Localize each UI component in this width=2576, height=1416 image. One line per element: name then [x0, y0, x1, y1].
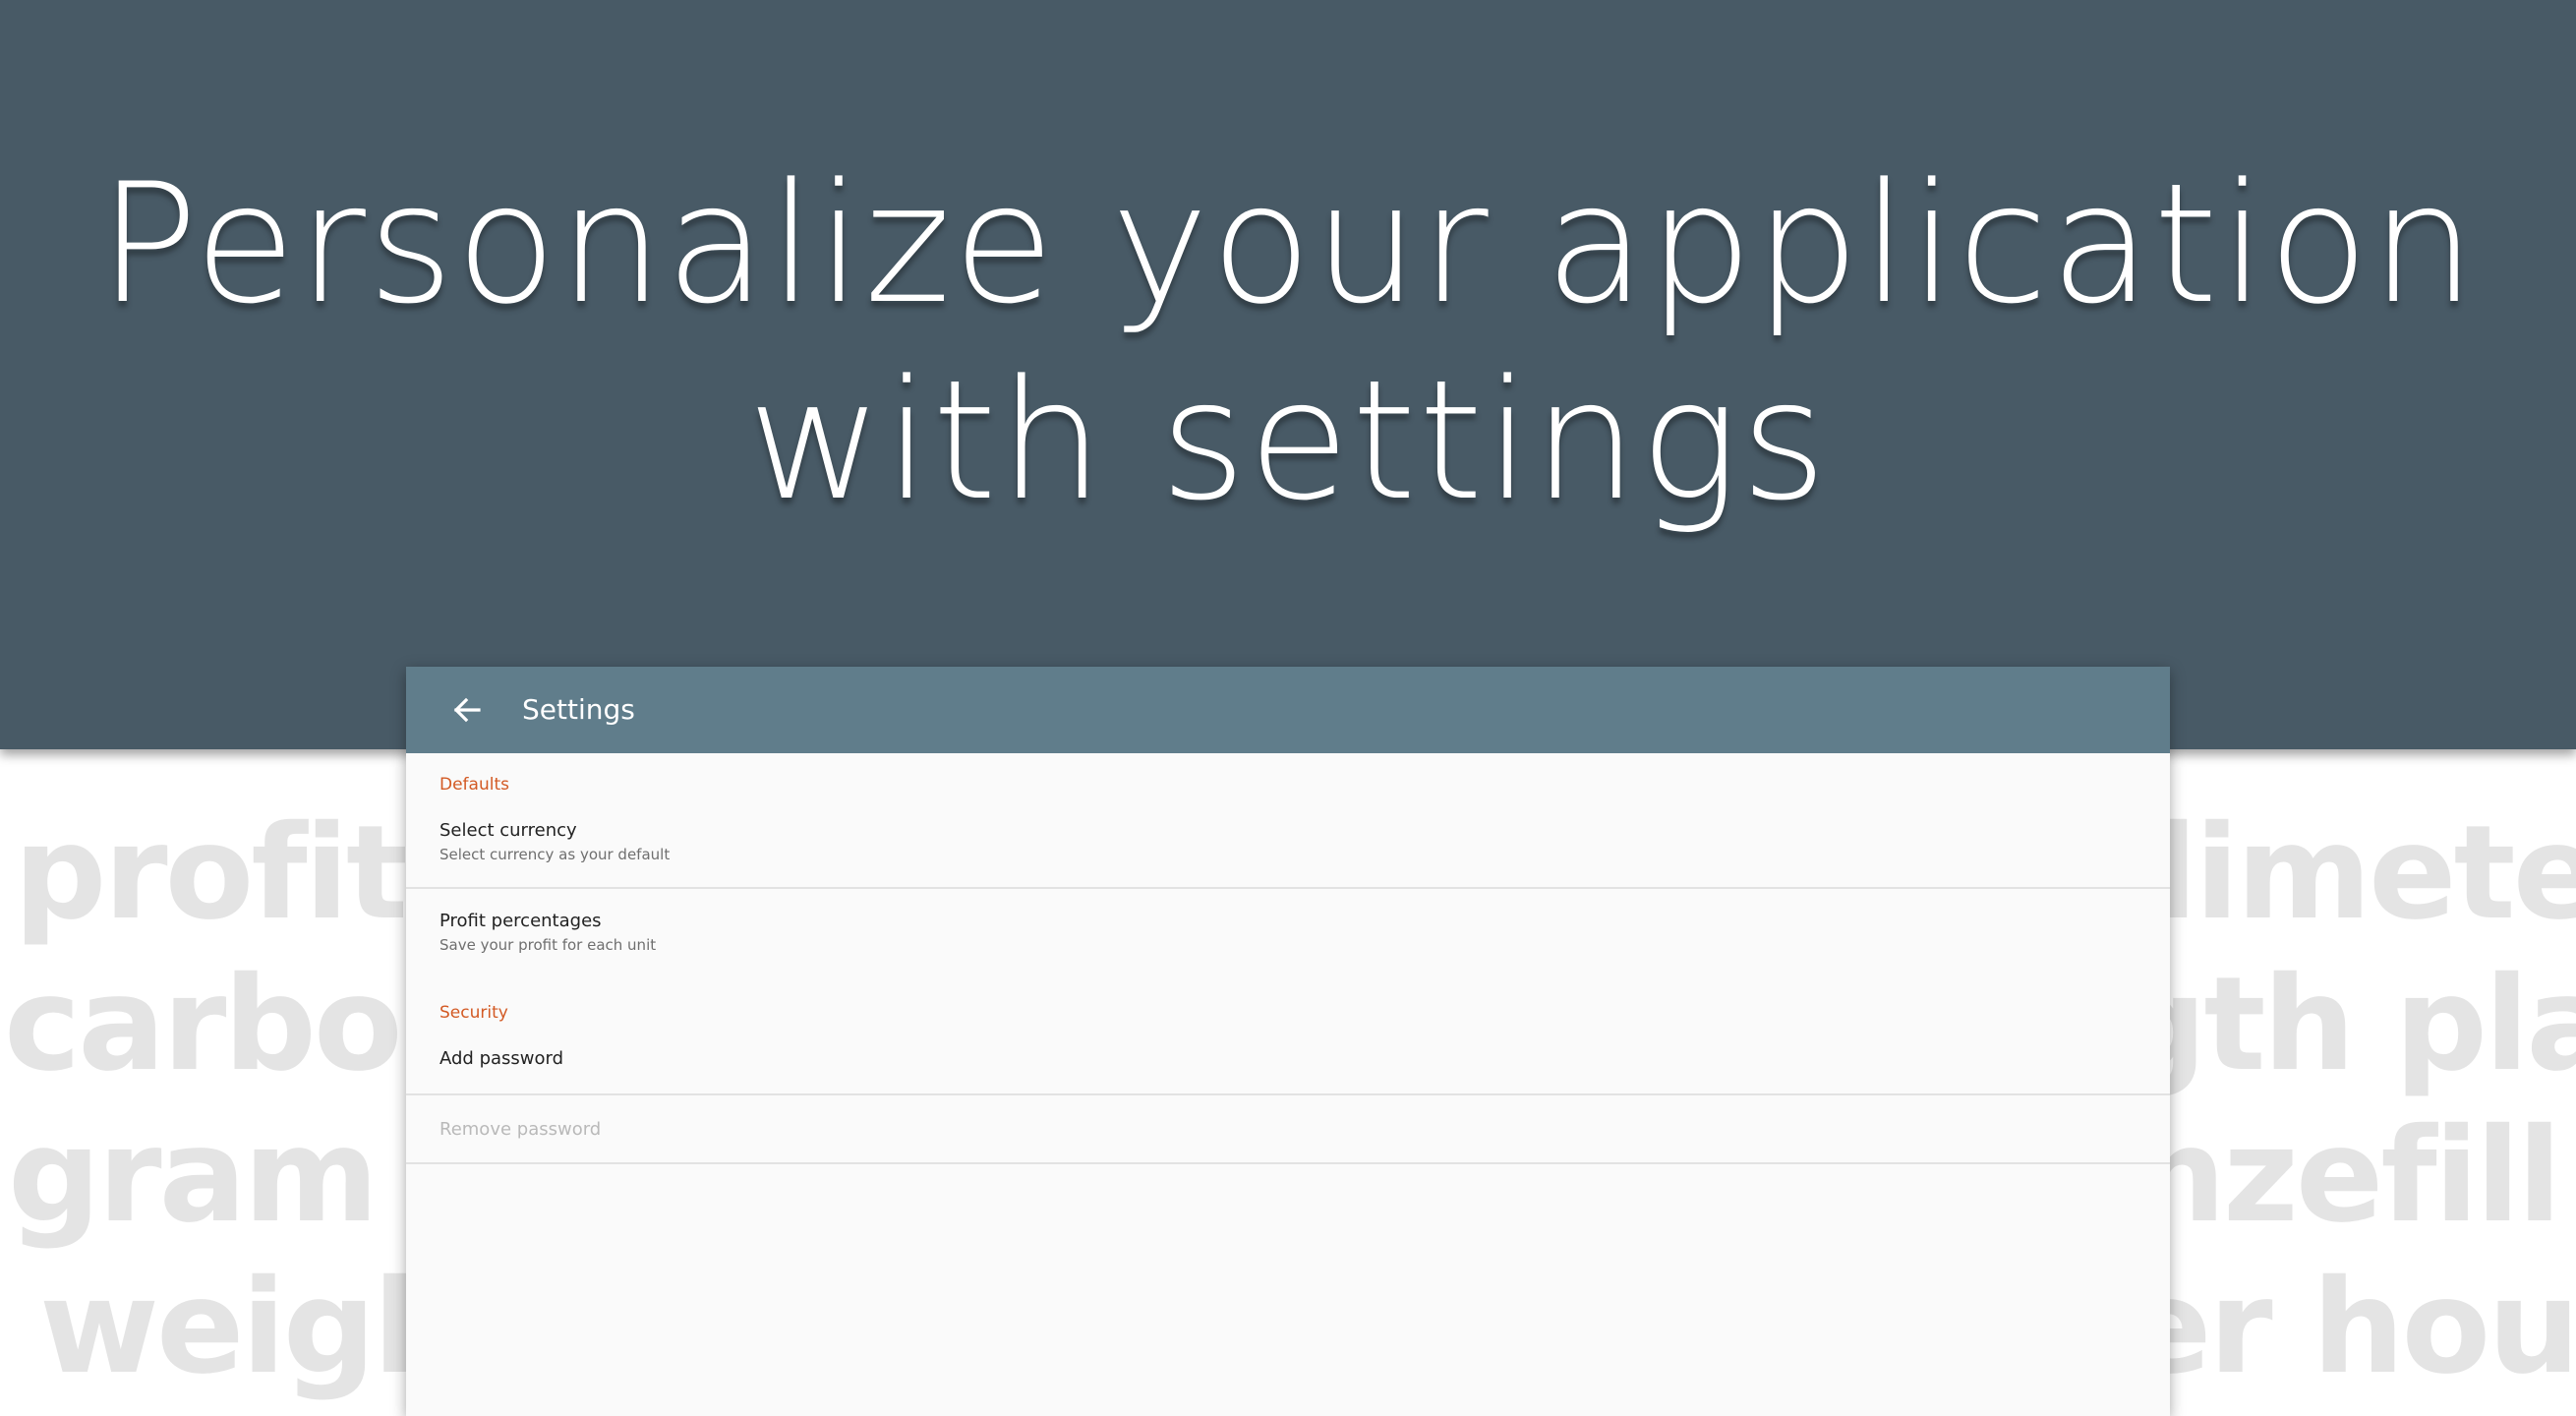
back-button[interactable]: [441, 684, 493, 736]
settings-screen: Settings Defaults Select currency Select…: [406, 667, 2170, 1416]
pref-title: Select currency: [439, 820, 577, 841]
background-word: gth pla: [2114, 949, 2576, 1100]
background-word: profit: [14, 797, 408, 949]
arrow-back-icon: [441, 684, 493, 736]
pref-summary: Select currency as your default: [439, 846, 671, 863]
hero-headline-line-2: with settings: [747, 344, 1829, 537]
background-word: weigh: [39, 1252, 465, 1403]
select-currency-item[interactable]: Select currency Select currency as your …: [406, 806, 2170, 879]
pref-title: Remove password: [439, 1119, 602, 1140]
pref-title: Add password: [439, 1048, 564, 1069]
hero-headline: Personalize your application with settin…: [0, 146, 2576, 539]
hero-headline-line-1: Personalize your application: [98, 148, 2478, 340]
background-word: nzefill: [2134, 1100, 2561, 1252]
app-toolbar: Settings: [406, 667, 2170, 753]
add-password-item[interactable]: Add password: [406, 1027, 2170, 1093]
section-header-defaults: Defaults: [439, 775, 509, 795]
toolbar-title: Settings: [522, 693, 635, 726]
background-word: limete: [2153, 797, 2576, 949]
background-word: er hour: [2124, 1252, 2576, 1403]
promo-page: profit carbon gram m weigh limete gth pl…: [0, 0, 2576, 1416]
divider: [406, 1162, 2170, 1164]
pref-title: Profit percentages: [439, 911, 602, 931]
profit-percentages-item[interactable]: Profit percentages Save your profit for …: [406, 889, 2170, 972]
pref-summary: Save your profit for each unit: [439, 936, 657, 954]
remove-password-item[interactable]: Remove password: [406, 1095, 2170, 1162]
section-header-security: Security: [439, 1003, 508, 1023]
